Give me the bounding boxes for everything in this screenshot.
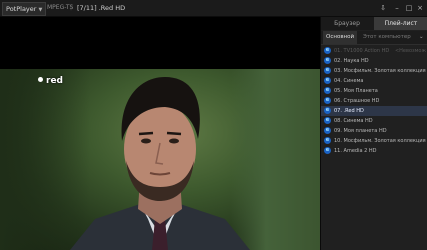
internet-explorer-icon: e — [324, 97, 331, 104]
internet-explorer-icon: e — [324, 87, 331, 94]
channel-osd-label: red — [38, 76, 63, 86]
title-bar: PotPlayer ▼ MPEG-TS | [7/11] .Red HD ⇩ – … — [0, 0, 427, 17]
list-item[interactable]: e 05. Моя Планета — [321, 86, 427, 96]
pin-icon[interactable]: ⇩ — [378, 3, 388, 13]
list-item[interactable]: e 09. Моя планета HD — [321, 126, 427, 136]
playlist: e 01. TV1000 Action HD <Невозмож e 02. Н… — [321, 46, 427, 156]
list-item[interactable]: e 02. Наука HD — [321, 56, 427, 66]
tab-this-computer[interactable]: Этот компьютер — [363, 31, 411, 44]
list-item-current[interactable]: e 07. .Red HD — [321, 106, 427, 116]
chevron-down-icon: ▼ — [38, 7, 43, 13]
minimize-button[interactable]: – — [392, 3, 402, 13]
internet-explorer-icon: e — [324, 137, 331, 144]
close-button[interactable]: × — [415, 3, 425, 13]
playlist-panel: Браузер Плей-лист Основной Этот компьюте… — [320, 17, 427, 250]
chevron-down-icon[interactable]: ⌄ — [419, 31, 424, 44]
internet-explorer-icon: e — [324, 67, 331, 74]
maximize-button[interactable]: □ — [404, 3, 414, 13]
title-separator: | — [70, 4, 73, 11]
internet-explorer-icon: e — [324, 47, 331, 54]
app-menu-button[interactable]: PotPlayer ▼ — [2, 2, 47, 16]
list-item[interactable]: e 10. Мосфильм. Золотая коллекция — [321, 136, 427, 146]
internet-explorer-icon: e — [324, 117, 331, 124]
internet-explorer-icon: e — [324, 127, 331, 134]
media-title: [7/11] .Red HD — [77, 4, 126, 12]
tab-playlist[interactable]: Плей-лист — [374, 17, 427, 30]
video-letterbox-top — [0, 17, 320, 69]
app-name: PotPlayer — [6, 5, 37, 13]
list-item[interactable]: e 11. Amedia 2 HD — [321, 146, 427, 156]
internet-explorer-icon: e — [324, 57, 331, 64]
list-item[interactable]: e 06. Страшное HD — [321, 96, 427, 106]
dot-icon — [38, 77, 43, 82]
list-item[interactable]: e 03. Мосфильм. Золотая коллекция — [321, 66, 427, 76]
panel-sub-tabs: Основной Этот компьютер ⌄ — [321, 31, 427, 45]
presenter-figure — [70, 77, 250, 250]
list-item[interactable]: e 04. Синема — [321, 76, 427, 86]
tab-browser[interactable]: Браузер — [321, 17, 373, 30]
video-frame[interactable]: red — [0, 69, 320, 250]
internet-explorer-icon: e — [324, 147, 331, 154]
panel-top-tabs: Браузер Плей-лист — [321, 17, 427, 30]
list-item[interactable]: e 08. Синема HD — [321, 116, 427, 126]
list-item[interactable]: e 01. TV1000 Action HD <Невозмож — [321, 46, 427, 56]
internet-explorer-icon: e — [324, 107, 331, 114]
tab-main[interactable]: Основной — [323, 31, 358, 44]
internet-explorer-icon: e — [324, 77, 331, 84]
